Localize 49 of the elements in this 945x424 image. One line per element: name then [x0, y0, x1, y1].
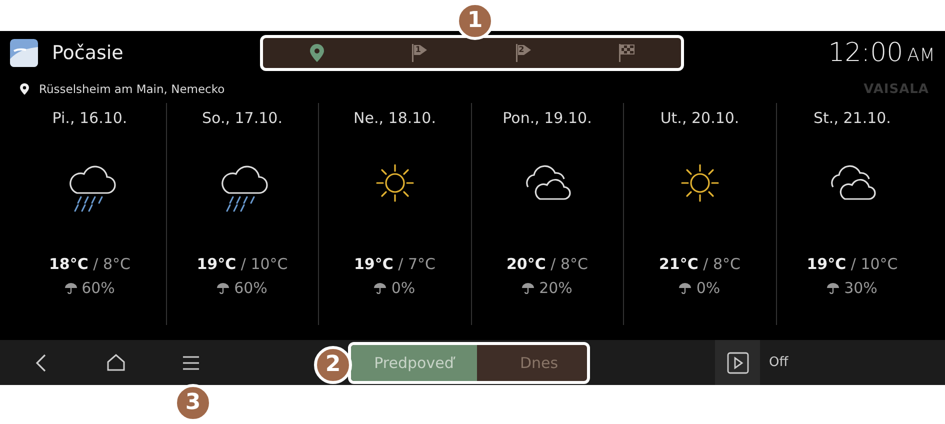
provider-logo: VAISALA	[864, 82, 929, 96]
forecast-date: So., 17.10.	[202, 109, 282, 127]
temperature-range: 20°C / 8°C	[506, 255, 588, 273]
forecast-date: St., 21.10.	[814, 109, 891, 127]
clock-time: 12:00	[828, 38, 904, 68]
mode-tab[interactable]: Predpoveď	[351, 344, 477, 380]
umbrella-icon	[522, 282, 534, 294]
forecast-date: Pi., 16.10.	[52, 109, 128, 127]
callout-badge: 3	[174, 384, 212, 422]
home-icon	[106, 354, 124, 371]
precipitation-chance: 60%	[82, 279, 115, 297]
temperature-range: 19°C / 7°C	[354, 255, 436, 273]
flag-number: 2	[518, 44, 524, 55]
precipitation-chance: 20%	[539, 279, 572, 297]
umbrella-icon	[217, 282, 230, 294]
temperature-range: 19°C / 10°C	[806, 255, 898, 273]
route-tab[interactable]: 2	[506, 38, 542, 68]
location-pin-icon	[310, 44, 324, 62]
umbrella-icon	[827, 282, 840, 294]
location-pin-icon	[20, 83, 29, 95]
precipitation-chance: 0%	[696, 279, 720, 297]
forecast-date: Ut., 20.10.	[660, 109, 740, 127]
mode-tab[interactable]: Dnes	[477, 344, 587, 380]
temperature-range: 19°C / 10°C	[196, 255, 288, 273]
flag-icon	[514, 43, 533, 63]
menu-icon	[182, 356, 198, 370]
callout-badge: 1	[456, 2, 494, 40]
umbrella-icon	[374, 282, 386, 294]
forecast-date: Ne., 18.10.	[354, 109, 436, 127]
precipitation-chance: 30%	[844, 279, 878, 297]
location-name: Rüsselsheim am Main, Nemecko	[39, 82, 225, 96]
temperature-range: 21°C / 8°C	[659, 255, 740, 273]
app-icon[interactable]	[10, 39, 38, 67]
umbrella-icon	[64, 282, 77, 294]
flag-number: 1	[415, 44, 421, 55]
clock-period: AM	[907, 45, 935, 66]
app-title: Počasie	[52, 42, 124, 64]
temperature-range: 18°C / 8°C	[49, 255, 130, 273]
play-icon	[726, 352, 748, 374]
checkered-flag-icon	[618, 43, 636, 63]
back-icon	[34, 354, 46, 372]
autoplay-button[interactable]	[715, 340, 760, 385]
route-tab[interactable]: 1	[402, 38, 438, 68]
precipitation-chance: 60%	[234, 279, 268, 297]
umbrella-icon	[679, 282, 692, 294]
flag-icon	[411, 43, 430, 63]
forecast-date: Pon., 19.10.	[502, 109, 592, 127]
precipitation-chance: 0%	[391, 279, 416, 297]
autoplay-state: Off	[769, 355, 788, 370]
